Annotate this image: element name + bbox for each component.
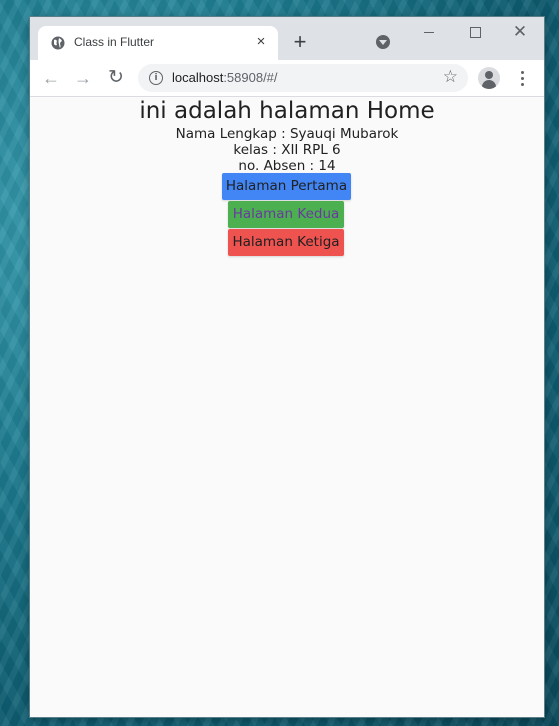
info-icon[interactable]: i bbox=[149, 71, 163, 85]
back-icon[interactable]: ← bbox=[40, 67, 62, 89]
tab-title: Class in Flutter bbox=[74, 35, 155, 49]
halaman-pertama-button[interactable]: Halaman Pertama bbox=[222, 173, 351, 200]
url-host: localhost bbox=[172, 70, 224, 85]
forward-icon[interactable]: → bbox=[72, 67, 94, 89]
tab-class-in-flutter[interactable]: Class in Flutter × bbox=[38, 26, 278, 60]
address-bar[interactable]: i localhost:58908/#/ ☆ bbox=[138, 64, 468, 92]
maximize-icon[interactable] bbox=[460, 23, 490, 43]
menu-dot bbox=[521, 77, 524, 80]
browser-window: Class in Flutter × + ✕ ← → ↻ i localhost… bbox=[30, 17, 544, 717]
reload-icon[interactable]: ↻ bbox=[105, 67, 127, 89]
star-icon[interactable]: ☆ bbox=[443, 67, 458, 87]
profile-body bbox=[482, 80, 496, 89]
url-port-path: :58908/#/ bbox=[223, 70, 278, 85]
tab-strip: Class in Flutter × + ✕ bbox=[30, 17, 544, 60]
window-close-icon[interactable]: ✕ bbox=[505, 23, 535, 43]
globe-icon bbox=[51, 36, 65, 50]
close-icon[interactable]: × bbox=[252, 33, 270, 51]
menu-icon[interactable] bbox=[512, 68, 532, 88]
page-content: ini adalah halaman Home Nama Lengkap : S… bbox=[30, 97, 544, 717]
minimize-icon[interactable] bbox=[414, 23, 444, 43]
profile-icon[interactable] bbox=[478, 67, 500, 89]
halaman-ketiga-button[interactable]: Halaman Ketiga bbox=[228, 229, 344, 256]
name-text: Nama Lengkap : Syauqi Mubarok bbox=[175, 126, 399, 142]
tab-search-icon[interactable] bbox=[376, 35, 390, 49]
url-text[interactable]: localhost:58908/#/ bbox=[172, 70, 278, 85]
plus-icon[interactable]: + bbox=[289, 31, 311, 53]
menu-dot bbox=[521, 83, 524, 86]
page-title: ini adalah halaman Home bbox=[139, 98, 435, 124]
browser-toolbar: ← → ↻ i localhost:58908/#/ ☆ bbox=[30, 60, 544, 97]
menu-dot bbox=[521, 71, 524, 74]
profile-head bbox=[485, 71, 493, 79]
class-text: kelas : XII RPL 6 bbox=[233, 142, 341, 158]
absen-text: no. Absen : 14 bbox=[238, 158, 336, 174]
halaman-kedua-button[interactable]: Halaman Kedua bbox=[228, 201, 344, 228]
